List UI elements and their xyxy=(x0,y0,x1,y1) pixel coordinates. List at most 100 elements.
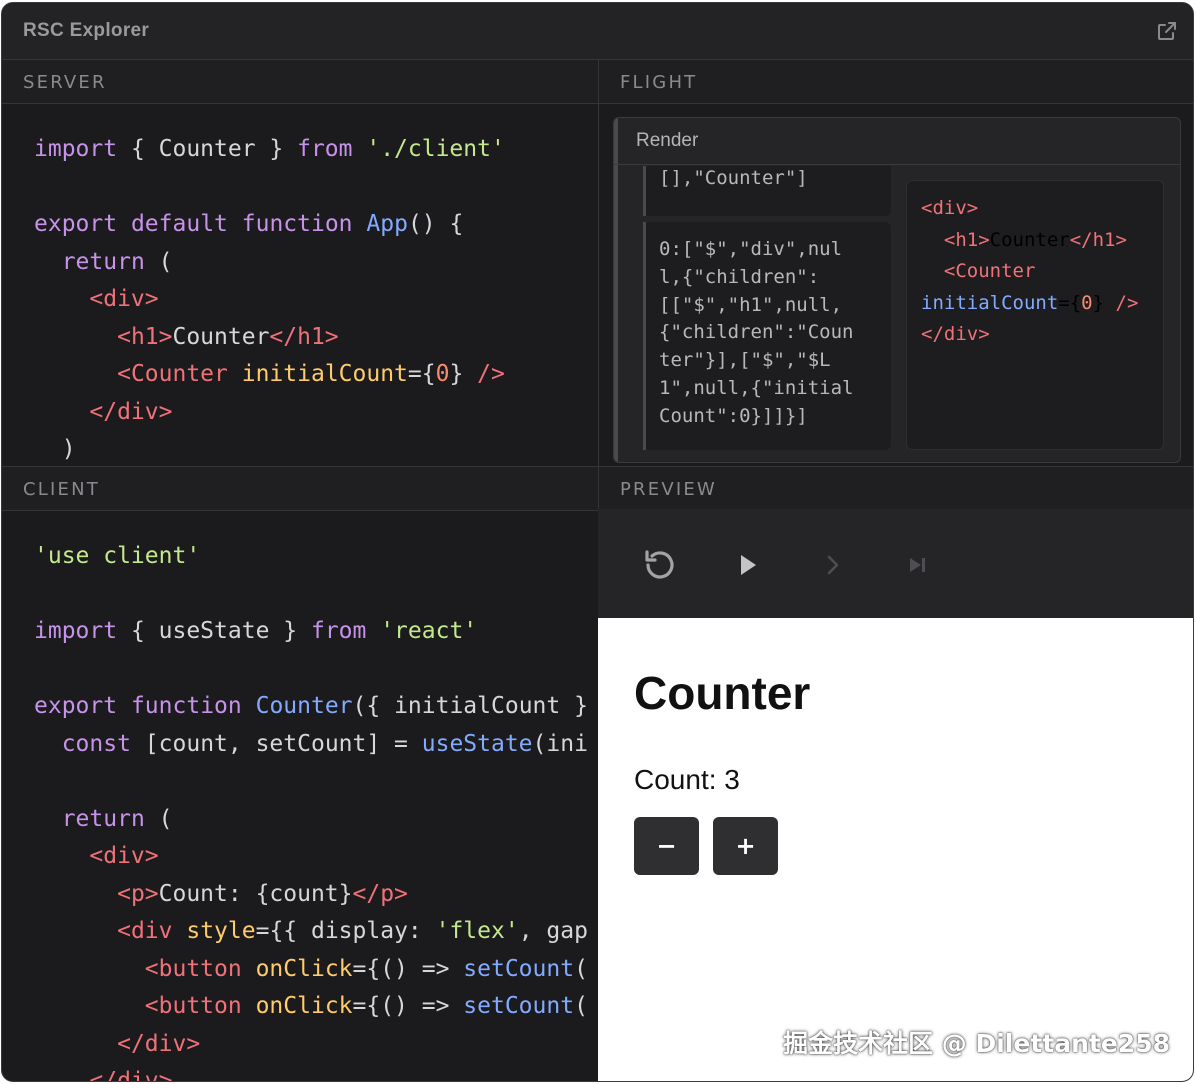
code-token: Count: {count} xyxy=(158,880,353,907)
code-token: default xyxy=(130,211,228,237)
code-line: </div> xyxy=(34,1026,598,1064)
code-token: ({ initialCount } xyxy=(352,693,588,719)
render-accent-bar xyxy=(614,118,618,462)
code-line: <button onClick={() => setCount( xyxy=(34,988,598,1026)
code-token: <Counter xyxy=(943,260,1036,282)
flight-chunk-line: {"children":"Coun xyxy=(659,321,854,344)
code-line: return ( xyxy=(34,801,598,839)
code-token: <div> xyxy=(89,286,159,312)
code-token: 'flex' xyxy=(435,918,519,944)
code-token: <div> xyxy=(921,197,979,219)
flight-pane-header: FLIGHT xyxy=(599,60,1193,104)
code-token: function xyxy=(130,693,242,719)
title-bar: RSC Explorer xyxy=(2,3,1193,60)
client-code-editor[interactable]: 'use client' import { useState } from 'r… xyxy=(34,538,598,1081)
preview-count-text: Count: 3 xyxy=(634,764,740,795)
code-token: 0 xyxy=(435,361,450,387)
code-token: setCount xyxy=(463,993,575,1019)
code-token: <div> xyxy=(89,843,159,869)
code-token: export xyxy=(34,693,118,719)
code-token: </h1> xyxy=(269,323,339,350)
flight-pane-label: FLIGHT xyxy=(620,72,698,93)
code-token: <Counter xyxy=(117,361,228,387)
server-pane-label: SERVER xyxy=(23,72,107,93)
code-token: ={ xyxy=(1058,291,1082,314)
increment-button[interactable]: + xyxy=(713,817,778,875)
code-line: 'use client' xyxy=(34,538,598,576)
play-icon[interactable] xyxy=(728,545,768,585)
code-token: /> xyxy=(477,361,505,387)
code-token: Counter xyxy=(255,693,353,719)
code-token: App xyxy=(366,211,408,237)
code-token: './client' xyxy=(352,136,505,162)
step-forward-icon[interactable] xyxy=(813,545,853,585)
open-external-icon[interactable] xyxy=(1155,19,1179,43)
preview-heading: Counter xyxy=(634,667,811,719)
code-token: { Counter } xyxy=(117,136,298,162)
code-token: initialCount xyxy=(241,361,408,387)
code-line: initialCount={0} /> xyxy=(921,288,1163,320)
chunk-bar xyxy=(643,166,646,216)
code-token: 'use client' xyxy=(34,543,201,569)
code-token: } xyxy=(449,361,478,387)
code-token: { useState } xyxy=(117,618,311,644)
skip-to-end-icon[interactable] xyxy=(898,545,938,585)
code-line: <div> xyxy=(34,281,594,319)
code-token: ( xyxy=(144,805,173,832)
flight-chunk-previous: [],"Counter"] xyxy=(643,166,891,216)
code-line: export default function App() { xyxy=(34,206,594,244)
flight-chunk-line: 1",null,{"initial xyxy=(659,376,854,399)
flight-chunk-line: ter"}],["$","$L xyxy=(659,349,831,372)
code-token: <p> xyxy=(117,880,159,907)
code-token: </h1> xyxy=(1069,228,1127,251)
client-pane-header: CLIENT xyxy=(2,467,598,511)
code-token: from xyxy=(297,136,353,162)
flight-chunk-line: l,{"children": xyxy=(659,265,820,288)
code-line: </div> xyxy=(921,319,1163,351)
app-title: RSC Explorer xyxy=(23,20,150,41)
code-line: <Counter xyxy=(921,256,1163,288)
code-token: ={ xyxy=(407,361,436,387)
code-token: [count, setCount] = xyxy=(130,730,422,757)
code-line: import { useState } from 'react' xyxy=(34,613,598,651)
decrement-button[interactable]: − xyxy=(634,817,699,875)
code-token: ={{ display: xyxy=(255,918,436,944)
code-token: </p> xyxy=(352,880,408,907)
code-token: ( xyxy=(574,955,588,982)
flight-chunk-main: 0:["$","div",nul l,{"children": [["$","h1"… xyxy=(643,222,891,450)
code-token: 'react' xyxy=(366,618,478,644)
server-code-editor[interactable]: import { Counter } from './client' expor… xyxy=(34,131,594,463)
code-token: import xyxy=(34,618,118,644)
code-token: initialCount xyxy=(921,291,1059,314)
preview-pane-label: PREVIEW xyxy=(620,479,717,500)
code-line: export function Counter({ initialCount } xyxy=(34,688,598,726)
code-token: , gap xyxy=(518,918,588,944)
restart-icon[interactable] xyxy=(640,545,680,585)
code-token: ={() => xyxy=(352,955,464,982)
code-token: export xyxy=(34,211,118,237)
code-line: <h1>Counter</h1> xyxy=(921,225,1163,257)
code-line: return ( xyxy=(34,244,594,282)
code-token: </div> xyxy=(89,398,173,425)
code-line: <button onClick={() => setCount( xyxy=(34,951,598,989)
app-window: RSC Explorer SERVER import { Counter } f… xyxy=(1,2,1194,1082)
code-token: ={() => xyxy=(352,993,464,1019)
render-title: Render xyxy=(636,130,699,151)
